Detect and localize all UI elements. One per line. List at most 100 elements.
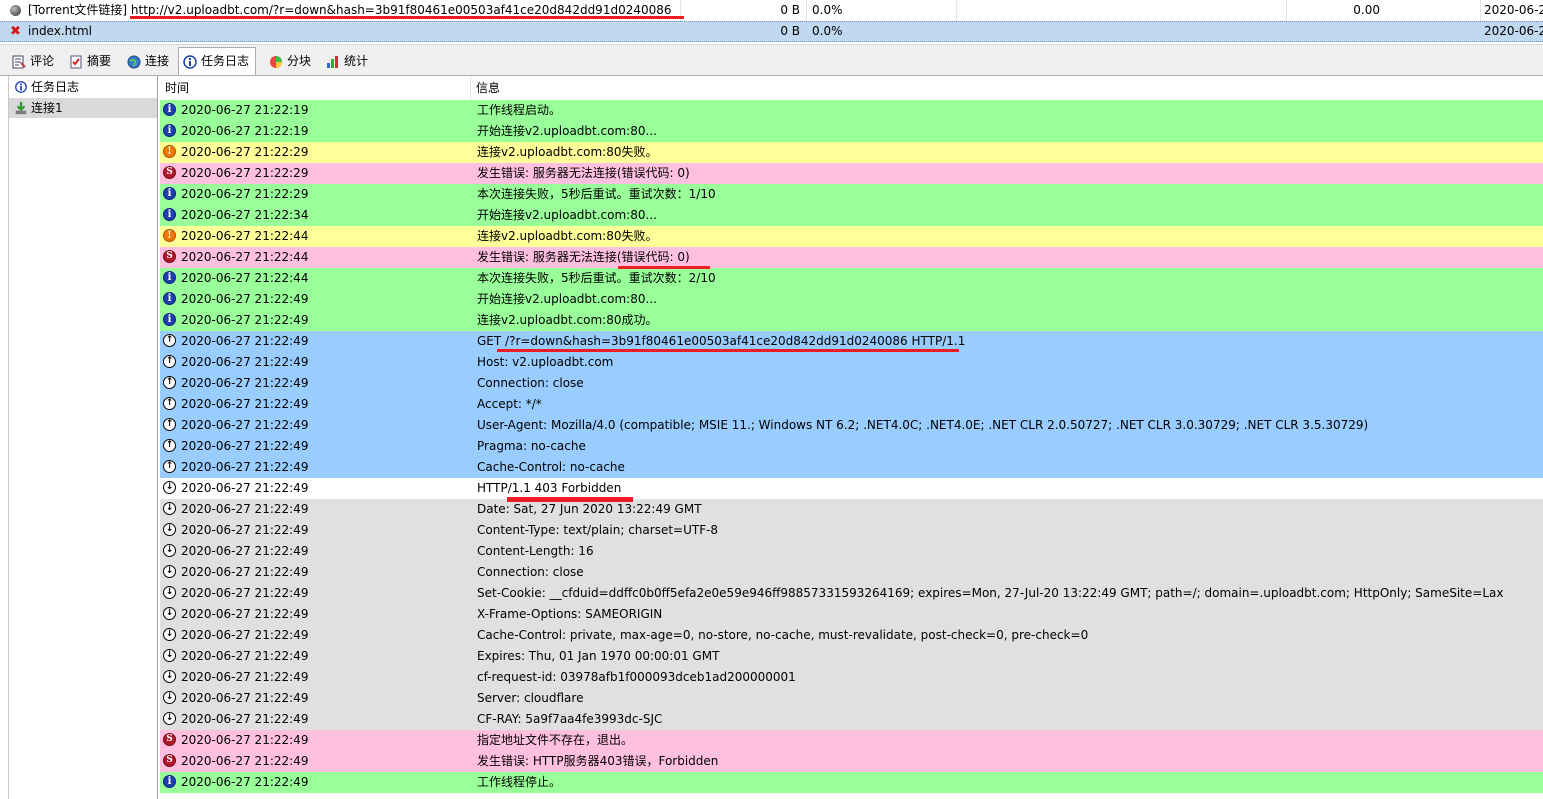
log-time-cell: ↓ 2020-06-27 21:22:49 — [160, 646, 470, 667]
log-time: 2020-06-27 21:22:49 — [181, 565, 309, 579]
tab-stats[interactable]: 统计 — [322, 50, 374, 72]
log-message: 指定地址文件不存在，退出。 — [477, 733, 634, 747]
tab-connection[interactable]: 连接 — [123, 50, 175, 72]
receive-arrow-icon: ↓ — [163, 649, 176, 662]
detail-tab-bar: 评论 摘要 连接 任务日志 分块 统计 — [0, 44, 1543, 76]
log-message: Host: v2.uploadbt.com — [477, 355, 614, 369]
log-row[interactable]: ↑ 2020-06-27 21:22:49 Connection: close — [160, 373, 1543, 394]
log-time-cell: i 2020-06-27 21:22:44 — [160, 268, 470, 289]
log-info-cell: Set-Cookie: __cfduid=ddffc0b0ff5efa2e0e5… — [470, 583, 1543, 604]
log-time: 2020-06-27 21:22:49 — [181, 775, 309, 789]
log-time-cell: ↑ 2020-06-27 21:22:49 — [160, 436, 470, 457]
receive-arrow-icon: ↓ — [163, 481, 176, 494]
log-row[interactable]: ↓ 2020-06-27 21:22:49 X-Frame-Options: SAM… — [160, 604, 1543, 625]
tab-label: 统计 — [344, 54, 369, 68]
tab-summary[interactable]: 摘要 — [65, 50, 117, 72]
log-info-cell: Accept: */* — [470, 394, 1543, 415]
log-message: Pragma: no-cache — [477, 439, 586, 453]
log-row[interactable]: ↓ 2020-06-27 21:22:49 Date: Sat, 27 Jun 20… — [160, 499, 1543, 520]
tab-task-log[interactable]: 任务日志 — [178, 47, 257, 75]
log-row[interactable]: ↑ 2020-06-27 21:22:49 Pragma: no-cache — [160, 436, 1543, 457]
log-info-cell: Connection: close — [470, 373, 1543, 394]
log-row[interactable]: i 2020-06-27 21:22:49 工作线程停止。 — [160, 772, 1543, 793]
warning-icon: ! — [163, 229, 176, 242]
info-icon: i — [163, 187, 176, 200]
log-row[interactable]: ! 2020-06-27 21:22:29 连接v2.uploadbt.com:80… — [160, 142, 1543, 163]
log-time-cell: ↓ 2020-06-27 21:22:49 — [160, 478, 470, 499]
log-row[interactable]: ↓ 2020-06-27 21:22:49 Expires: Thu, 01 Jan… — [160, 646, 1543, 667]
log-row[interactable]: ↓ 2020-06-27 21:22:49 Content-Length: 16 — [160, 541, 1543, 562]
receive-arrow-icon: ↓ — [163, 523, 176, 536]
log-row[interactable]: S 2020-06-27 21:22:29 发生错误: 服务器无法连接(错误代码: … — [160, 163, 1543, 184]
tree-item-connection-1[interactable]: 连接1 — [9, 98, 157, 118]
log-row[interactable]: S 2020-06-27 21:22:44 发生错误: 服务器无法连接(错误代码: … — [160, 247, 1543, 268]
log-info-cell: 开始连接v2.uploadbt.com:80... — [470, 121, 1543, 142]
log-info-cell: 发生错误: 服务器无法连接(错误代码: 0) — [470, 163, 1543, 184]
log-time: 2020-06-27 21:22:19 — [181, 103, 309, 117]
log-time: 2020-06-27 21:22:44 — [181, 229, 309, 243]
log-info-cell: Content-Type: text/plain; charset=UTF-8 — [470, 520, 1543, 541]
log-info-cell: Expires: Thu, 01 Jan 1970 00:00:01 GMT — [470, 646, 1543, 667]
log-row[interactable]: i 2020-06-27 21:22:29 本次连接失败，5秒后重试。重试次数：1/… — [160, 184, 1543, 205]
tab-blocks[interactable]: 分块 — [265, 50, 317, 72]
log-time: 2020-06-27 21:22:49 — [181, 649, 309, 663]
log-row[interactable]: ! 2020-06-27 21:22:44 连接v2.uploadbt.com:80… — [160, 226, 1543, 247]
log-row[interactable]: i 2020-06-27 21:22:49 连接v2.uploadbt.com:80… — [160, 310, 1543, 331]
log-row[interactable]: ↑ 2020-06-27 21:22:49 Cache-Control: no-ca… — [160, 457, 1543, 478]
log-time-cell: ↑ 2020-06-27 21:22:49 — [160, 352, 470, 373]
log-time-cell: i 2020-06-27 21:22:49 — [160, 772, 470, 793]
log-time-cell: S 2020-06-27 21:22:49 — [160, 730, 470, 751]
log-info-cell: cf-request-id: 03978afb1f000093dceb1ad20… — [470, 667, 1543, 688]
log-time: 2020-06-27 21:22:49 — [181, 502, 309, 516]
task-date: 2020-06-2 — [1484, 3, 1543, 17]
log-row[interactable]: ↓ 2020-06-27 21:22:49 Content-Type: text/p… — [160, 520, 1543, 541]
log-row[interactable]: ↑ 2020-06-27 21:22:49 Accept: */* — [160, 394, 1543, 415]
log-time-cell: S 2020-06-27 21:22:49 — [160, 751, 470, 772]
task-size: 0 B — [780, 3, 800, 17]
receive-arrow-icon: ↓ — [163, 502, 176, 515]
tab-comment[interactable]: 评论 — [8, 50, 60, 72]
log-row[interactable]: ↓ 2020-06-27 21:22:49 Set-Cookie: __cfduid… — [160, 583, 1543, 604]
log-info-cell: 连接v2.uploadbt.com:80成功。 — [470, 310, 1543, 331]
log-time-cell: ↓ 2020-06-27 21:22:49 — [160, 541, 470, 562]
log-message: 开始连接v2.uploadbt.com:80... — [477, 208, 657, 222]
tree-item-task-log[interactable]: 任务日志 — [9, 77, 157, 97]
info-icon: i — [163, 103, 176, 116]
log-time: 2020-06-27 21:22:49 — [181, 607, 309, 621]
log-row[interactable]: i 2020-06-27 21:22:44 本次连接失败，5秒后重试。重试次数：2/… — [160, 268, 1543, 289]
log-time: 2020-06-27 21:22:49 — [181, 418, 309, 432]
log-message: Cache-Control: no-cache — [477, 460, 625, 474]
column-header-info[interactable]: 信息 — [471, 76, 1476, 100]
red-underline-markup — [130, 16, 684, 19]
pie-icon — [268, 54, 284, 70]
log-time: 2020-06-27 21:22:49 — [181, 376, 309, 390]
log-row[interactable]: i 2020-06-27 21:22:34 开始连接v2.uploadbt.com:… — [160, 205, 1543, 226]
column-header-time[interactable]: 时间 — [160, 76, 471, 100]
log-row[interactable]: ↑ 2020-06-27 21:22:49 Host: v2.uploadbt.co… — [160, 352, 1543, 373]
log-row[interactable]: ↑ 2020-06-27 21:22:49 User-Agent: Mozilla/… — [160, 415, 1543, 436]
log-row[interactable]: ↓ 2020-06-27 21:22:49 CF-RAY: 5a9f7aa4fe39… — [160, 709, 1543, 730]
tree-item-label: 任务日志 — [31, 80, 80, 94]
log-row[interactable]: ↓ 2020-06-27 21:22:49 Connection: close — [160, 562, 1543, 583]
log-message: User-Agent: Mozilla/4.0 (compatible; MSI… — [477, 418, 1369, 432]
log-row[interactable]: ↓ 2020-06-27 21:22:49 Cache-Control: priva… — [160, 625, 1543, 646]
log-row[interactable]: ↓ 2020-06-27 21:22:49 Server: cloudflare — [160, 688, 1543, 709]
log-row[interactable]: S 2020-06-27 21:22:49 发生错误: HTTP服务器403错误，F… — [160, 751, 1543, 772]
log-row[interactable]: i 2020-06-27 21:22:49 开始连接v2.uploadbt.com:… — [160, 289, 1543, 310]
log-row[interactable]: ↓ 2020-06-27 21:22:49 cf-request-id: 03978… — [160, 667, 1543, 688]
log-row[interactable]: S 2020-06-27 21:22:49 指定地址文件不存在，退出。 — [160, 730, 1543, 751]
log-message: Cache-Control: private, max-age=0, no-st… — [477, 628, 1089, 642]
log-row[interactable]: i 2020-06-27 21:22:19 开始连接v2.uploadbt.com:… — [160, 121, 1543, 142]
log-row[interactable]: i 2020-06-27 21:22:19 工作线程启动。 — [160, 100, 1543, 121]
log-message: Connection: close — [477, 565, 584, 579]
log-info-cell: Cache-Control: no-cache — [470, 457, 1543, 478]
log-message: Set-Cookie: __cfduid=ddffc0b0ff5efa2e0e5… — [477, 586, 1504, 600]
log-row[interactable]: ↓ 2020-06-27 21:22:49 HTTP/1.1 403 Forbidd… — [160, 478, 1543, 499]
log-source-tree: 任务日志 连接1 — [8, 76, 158, 799]
log-time-cell: ↓ 2020-06-27 21:22:49 — [160, 625, 470, 646]
log-time-cell: ↓ 2020-06-27 21:22:49 — [160, 604, 470, 625]
log-time: 2020-06-27 21:22:49 — [181, 754, 309, 768]
task-row-selected[interactable]: ✖ index.html 0 B 0.0% 2020-06-2 — [0, 21, 1543, 42]
log-info-cell: User-Agent: Mozilla/4.0 (compatible; MSI… — [470, 415, 1543, 436]
log-time-cell: S 2020-06-27 21:22:29 — [160, 163, 470, 184]
